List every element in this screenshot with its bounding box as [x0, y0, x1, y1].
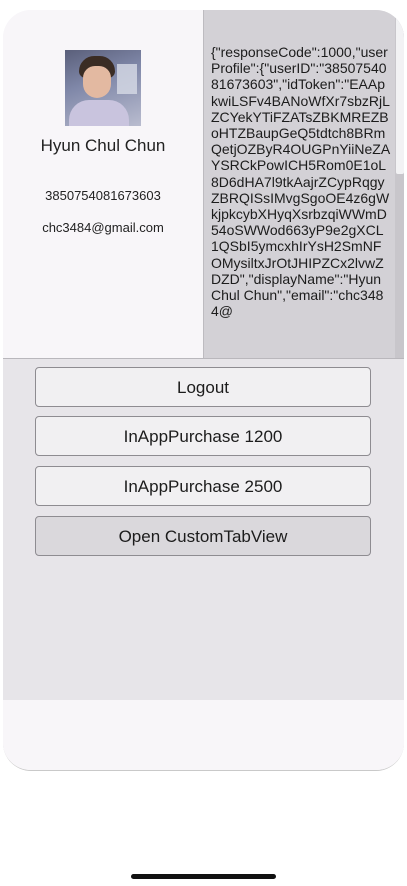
avatar-shirt: [69, 100, 129, 126]
logout-button[interactable]: Logout: [35, 367, 371, 407]
display-name: Hyun Chul Chun: [40, 136, 166, 155]
inapp-purchase-1200-button[interactable]: InAppPurchase 1200: [35, 416, 371, 456]
scrollbar[interactable]: [395, 10, 404, 358]
profile-panel: Hyun Chul Chun 3850754081673603 chc3484@…: [3, 10, 203, 360]
app-screen: Hyun Chul Chun 3850754081673603 chc3484@…: [3, 10, 404, 771]
open-custom-tab-view-button[interactable]: Open CustomTabView: [35, 516, 371, 556]
buttons-panel: Logout InAppPurchase 1200 InAppPurchase …: [3, 358, 404, 701]
user-id: 3850754081673603: [45, 188, 161, 203]
response-text: {"responseCode":1000,"userProfile":{"use…: [211, 44, 391, 320]
home-indicator[interactable]: [131, 874, 276, 879]
bottom-area: [3, 700, 404, 770]
avatar: [65, 50, 141, 126]
avatar-background: [117, 64, 137, 94]
avatar-face: [83, 66, 111, 98]
user-email: chc3484@gmail.com: [42, 220, 164, 235]
inapp-purchase-2500-button[interactable]: InAppPurchase 2500: [35, 466, 371, 506]
scrollbar-thumb[interactable]: [396, 14, 404, 174]
response-scroll-view[interactable]: {"responseCode":1000,"userProfile":{"use…: [203, 10, 404, 358]
